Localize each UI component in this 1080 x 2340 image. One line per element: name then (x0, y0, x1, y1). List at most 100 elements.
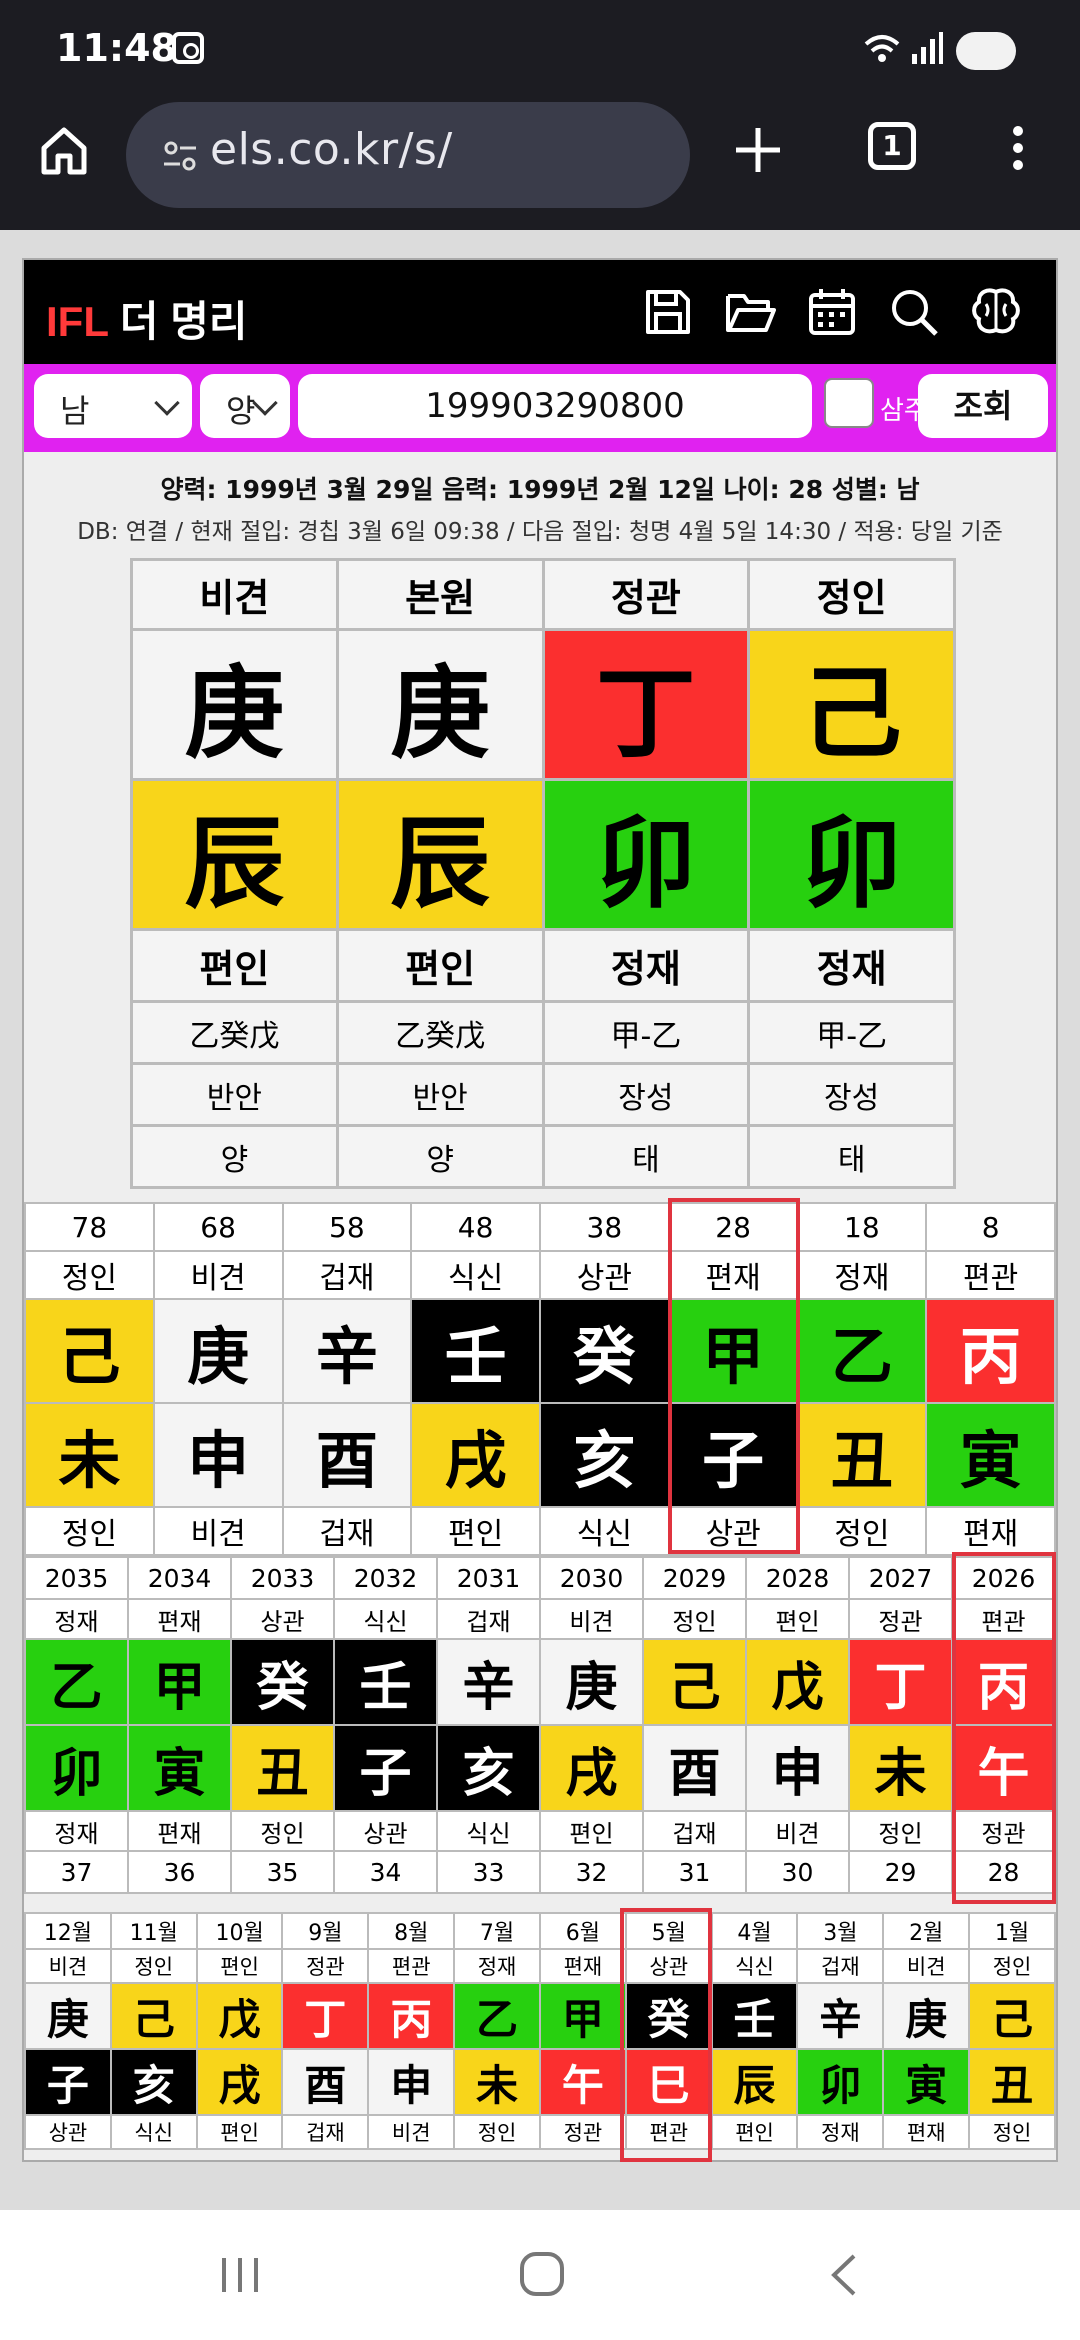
save-icon[interactable] (640, 284, 696, 340)
calendar-value: 양 (226, 392, 256, 430)
pillar-branch-ten-god: 정재 (541, 928, 751, 1003)
daeun-age: 48 (410, 1202, 541, 1252)
wolun-stem-ten-god: 정관 (281, 1948, 370, 1984)
daeun-branch: 丑 (796, 1402, 928, 1508)
seun-branch: 卯 (24, 1724, 129, 1812)
seun-branch-ten-god: 정인 (848, 1810, 953, 1852)
seun-year: 2031 (436, 1556, 541, 1600)
daeun-stem: 壬 (410, 1298, 541, 1404)
wolun-branch: 午 (538, 2048, 627, 2116)
wolun-stem-ten-god: 겁재 (796, 1948, 885, 1984)
wolun-stem: 庚 (882, 1982, 971, 2050)
pillar-branch-ten-god: 편인 (130, 928, 339, 1003)
seun-branch-ten-god: 상관 (333, 1810, 438, 1852)
wolun-stem: 丙 (367, 1982, 456, 2050)
folder-open-icon[interactable] (722, 284, 778, 340)
pillar-branch-ten-god: 편인 (335, 928, 545, 1003)
wolun-branch: 酉 (281, 2048, 370, 2116)
pillar-stem: 庚 (335, 628, 545, 781)
pillar-ten-god: 정관 (541, 558, 751, 631)
url-text: els.co.kr/s/ (210, 124, 453, 175)
birth-info: 양력: 1999년 3월 29일 음력: 1999년 2월 12일 나이: 28… (160, 475, 920, 504)
wolun-stem-ten-god: 편관 (367, 1948, 456, 1984)
wolun-branch-ten-god: 편재 (882, 2114, 971, 2150)
seun-stem: 癸 (230, 1638, 335, 1726)
seun-year: 2035 (24, 1556, 129, 1600)
browser-toolbar: els.co.kr/s/ 1 (0, 96, 1080, 230)
wolun-stem-ten-god: 정인 (109, 1948, 198, 1984)
menu-icon[interactable] (1008, 126, 1028, 176)
wolun-stem-ten-god: 편재 (538, 1948, 627, 1984)
status-time: 11:48 (56, 26, 177, 70)
wolun-stem-ten-god: 정인 (968, 1948, 1056, 1984)
tab-switcher-button[interactable]: 1 (868, 122, 916, 170)
wolun-branch-ten-god: 정인 (968, 2114, 1056, 2150)
wolun-stem-ten-god: 비견 (24, 1948, 112, 1984)
seun-age: 31 (642, 1850, 747, 1894)
wolun-stem: 庚 (24, 1982, 112, 2050)
seun-stem-ten-god: 상관 (230, 1598, 335, 1640)
site-settings-icon[interactable] (162, 138, 198, 174)
four-pillars-table: 비견 본원 정관 정인 庚庚丁己 辰辰卯卯 편인 편인 정재 정재 乙癸戊 乙癸戊 甲-乙 甲-乙… (130, 558, 956, 1189)
wolun-month: 6월 (538, 1912, 627, 1950)
seun-age: 28 (951, 1850, 1056, 1894)
pillar-hidden-stems: 乙癸戊 (130, 1000, 339, 1065)
daeun-branch: 亥 (539, 1402, 670, 1508)
daeun-branch-ten-god: 상관 (667, 1506, 799, 1556)
app-logo: IFL 더 명리 (46, 288, 248, 349)
calendar-icon[interactable] (804, 284, 860, 340)
wolun-month: 3월 (796, 1912, 885, 1950)
search-icon[interactable] (886, 284, 942, 340)
pillar-hidden-stems: 甲-乙 (541, 1000, 751, 1065)
birth-datetime-input[interactable]: 199903290800 (298, 374, 812, 438)
brain-icon[interactable] (968, 284, 1024, 340)
address-bar[interactable]: els.co.kr/s/ (126, 102, 690, 208)
back-icon[interactable] (816, 2250, 876, 2300)
new-tab-icon[interactable] (732, 124, 784, 176)
wolun-month: 10월 (195, 1912, 284, 1950)
wolun-stem: 乙 (453, 1982, 541, 2050)
wolun-stem-ten-god: 식신 (710, 1948, 799, 1984)
pillar-hidden-stems: 乙癸戊 (335, 1000, 545, 1065)
calendar-select[interactable]: 양 (200, 374, 290, 438)
seun-branch-ten-god: 겁재 (642, 1810, 747, 1852)
home-nav-icon[interactable] (512, 2250, 572, 2300)
seun-year: 2030 (539, 1556, 644, 1600)
pillar-life-stage: 양 (130, 1124, 339, 1189)
seun-branch-ten-god: 정재 (24, 1810, 129, 1852)
logo-title: 더 명리 (108, 298, 248, 345)
wolun-stem: 丁 (281, 1982, 370, 2050)
daeun-age: 38 (539, 1202, 670, 1252)
battery-icon (956, 32, 1016, 70)
daeun-stem-ten-god: 정인 (24, 1250, 155, 1300)
home-icon[interactable] (36, 122, 92, 178)
seun-branch: 戌 (539, 1724, 644, 1812)
seun-year: 2034 (127, 1556, 232, 1600)
gender-select[interactable]: 남 (34, 374, 192, 438)
wolun-branch-ten-god: 정관 (538, 2114, 627, 2150)
samju-checkbox[interactable] (824, 378, 874, 428)
seun-age: 32 (539, 1850, 644, 1894)
seun-stem-ten-god: 편관 (951, 1598, 1056, 1640)
seun-branch: 酉 (642, 1724, 747, 1812)
wolun-branch: 戌 (195, 2048, 284, 2116)
daeun-branch: 未 (24, 1402, 155, 1508)
pillar-stem: 丁 (541, 628, 751, 781)
recent-apps-icon[interactable] (210, 2250, 270, 2300)
daeun-stem-ten-god: 정재 (796, 1250, 928, 1300)
seun-branch: 申 (745, 1724, 850, 1812)
query-button[interactable]: 조회 (918, 374, 1048, 438)
wolun-branch-ten-god: 편인 (195, 2114, 284, 2150)
seun-stem-ten-god: 정재 (24, 1598, 129, 1640)
wifi-icon (864, 35, 900, 62)
wolun-stem: 戊 (195, 1982, 284, 2050)
wolun-branch: 卯 (796, 2048, 885, 2116)
status-bar: 11:48 (0, 0, 1080, 96)
wolun-month: 11월 (109, 1912, 198, 1950)
seun-stem: 丙 (951, 1638, 1056, 1726)
wolun-month: 1월 (968, 1912, 1056, 1950)
daeun-branch: 申 (152, 1402, 284, 1508)
seun-stem: 壬 (333, 1638, 438, 1726)
pillar-sinsal: 반안 (130, 1062, 339, 1127)
wolun-month: 4월 (710, 1912, 799, 1950)
